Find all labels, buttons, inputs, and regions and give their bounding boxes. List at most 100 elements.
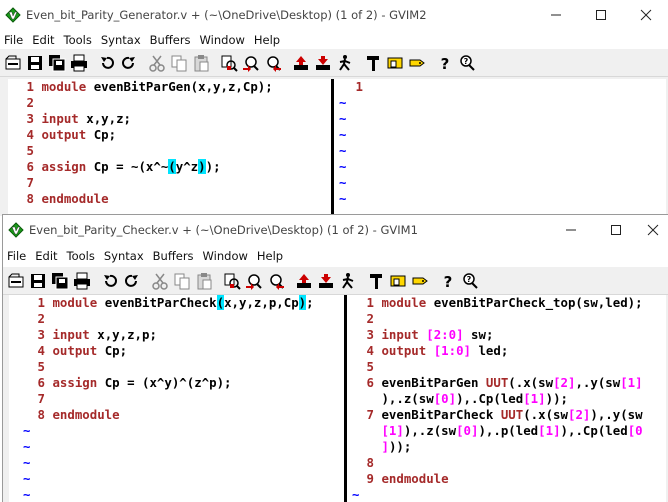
line-number: 3 [366, 327, 374, 342]
redo-button[interactable] [121, 270, 142, 292]
close-button[interactable] [623, 0, 668, 30]
replace-button[interactable] [221, 270, 242, 292]
keyword: input [41, 111, 79, 126]
vertical-split-divider[interactable] [331, 79, 338, 216]
code-line: 8 endmodule [9, 407, 343, 423]
run-script-button[interactable] [334, 52, 355, 74]
tags-button[interactable] [406, 52, 427, 74]
save-button[interactable] [24, 52, 45, 74]
code-line: 5 [8, 143, 330, 159]
find-next-button[interactable] [243, 270, 264, 292]
editor-area[interactable]: 1 module evenBitParGen(x,y,z,Cp); 2 3 in… [8, 79, 666, 216]
maximize-button[interactable] [593, 215, 638, 245]
copy-icon [174, 273, 189, 289]
menu-window[interactable]: Window [198, 33, 251, 47]
menu-syntax[interactable]: Syntax [102, 249, 150, 263]
empty-line-marker: ~ [23, 471, 31, 486]
close-button[interactable] [638, 215, 668, 245]
find-prev-button[interactable] [265, 270, 286, 292]
find-help-button[interactable]: ? [459, 270, 480, 292]
right-pane[interactable]: 1 module evenBitParCheck_top(sw,led); 2 … [352, 295, 666, 502]
right-pane[interactable]: 1 ~ ~ ~ ~ ~ ~ ~ ~ [339, 79, 666, 216]
replace-icon [224, 273, 241, 290]
left-pane[interactable]: 1 module evenBitParGen(x,y,z,Cp); 2 3 in… [8, 79, 330, 216]
instance-name: UUT [500, 407, 524, 422]
find-prev-button[interactable] [262, 52, 283, 74]
shell-button[interactable] [387, 270, 408, 292]
print-button[interactable] [71, 270, 92, 292]
code-line: 3 input x,y,z; [8, 111, 330, 127]
paste-button[interactable] [193, 270, 214, 292]
code-line: 7 [9, 391, 343, 407]
menu-help[interactable]: Help [255, 249, 289, 263]
shell-button[interactable] [384, 52, 405, 74]
menu-buffers[interactable]: Buffers [151, 249, 200, 263]
cut-button[interactable] [149, 270, 170, 292]
empty-line-marker: ~ [23, 439, 31, 454]
tags-button[interactable] [409, 270, 430, 292]
maximize-button[interactable] [578, 0, 623, 30]
find-next-button[interactable] [240, 52, 261, 74]
minimize-button[interactable] [548, 215, 593, 245]
menu-tools[interactable]: Tools [65, 249, 101, 263]
menu-file[interactable]: File [5, 249, 32, 263]
line-number: 1 [366, 295, 374, 310]
minimize-button[interactable] [533, 0, 578, 30]
open-button[interactable] [5, 270, 26, 292]
line-number: 4 [37, 343, 45, 358]
menu-buffers[interactable]: Buffers [148, 33, 197, 47]
maximize-icon [595, 10, 606, 20]
make-icon [366, 55, 379, 71]
find-help-button[interactable]: ? [456, 52, 477, 74]
line-number: 4 [26, 127, 34, 142]
make-icon [369, 273, 382, 289]
gvim-logo-icon [8, 222, 24, 238]
line-number: 7 [366, 407, 374, 422]
undo-button[interactable] [96, 52, 117, 74]
keyword: module [41, 79, 87, 94]
redo-button[interactable] [118, 52, 139, 74]
title-bar[interactable]: Even_bit_Parity_Generator.v + (~\OneDriv… [0, 0, 668, 30]
range: [1:0] [433, 343, 472, 358]
vertical-split-divider[interactable] [344, 295, 351, 502]
editor-area[interactable]: 1 module evenBitParCheck(x,y,z,p,Cp); 2 … [9, 295, 666, 502]
empty-line-marker: ~ [339, 95, 347, 110]
undo-button[interactable] [99, 270, 120, 292]
line-number: 6 [26, 159, 34, 174]
left-pane[interactable]: 1 module evenBitParCheck(x,y,z,p,Cp); 2 … [9, 295, 343, 502]
empty-line-marker: ~ [352, 487, 360, 502]
menu-edit[interactable]: Edit [30, 33, 60, 47]
keyword: assign [41, 159, 87, 174]
copy-button[interactable] [171, 270, 192, 292]
paste-button[interactable] [190, 52, 211, 74]
print-icon [70, 54, 87, 71]
save-all-button[interactable] [46, 52, 67, 74]
help-button[interactable]: ? [434, 52, 455, 74]
make-button[interactable] [362, 52, 383, 74]
copy-button[interactable] [168, 52, 189, 74]
save-all-button[interactable] [49, 270, 70, 292]
paste-icon [194, 54, 208, 71]
svg-text:?: ? [466, 275, 471, 284]
menu-file[interactable]: File [2, 33, 29, 47]
save-button[interactable] [27, 270, 48, 292]
save-session-button[interactable] [315, 270, 336, 292]
title-bar[interactable]: Even_bit_Parity_Checker.v + (~\OneDrive\… [3, 215, 668, 245]
save-session-button[interactable] [312, 52, 333, 74]
help-button[interactable]: ? [437, 270, 458, 292]
menu-syntax[interactable]: Syntax [99, 33, 147, 47]
menu-tools[interactable]: Tools [62, 33, 98, 47]
keyword: endmodule [41, 191, 109, 206]
menu-window[interactable]: Window [201, 249, 254, 263]
cut-button[interactable] [146, 52, 167, 74]
menu-help[interactable]: Help [252, 33, 286, 47]
load-session-button[interactable] [293, 270, 314, 292]
print-button[interactable] [68, 52, 89, 74]
load-session-button[interactable] [290, 52, 311, 74]
make-button[interactable] [365, 270, 386, 292]
menu-edit[interactable]: Edit [33, 249, 63, 263]
run-script-button[interactable] [337, 270, 358, 292]
replace-button[interactable] [218, 52, 239, 74]
open-button[interactable] [2, 52, 23, 74]
help-icon: ? [443, 273, 452, 290]
